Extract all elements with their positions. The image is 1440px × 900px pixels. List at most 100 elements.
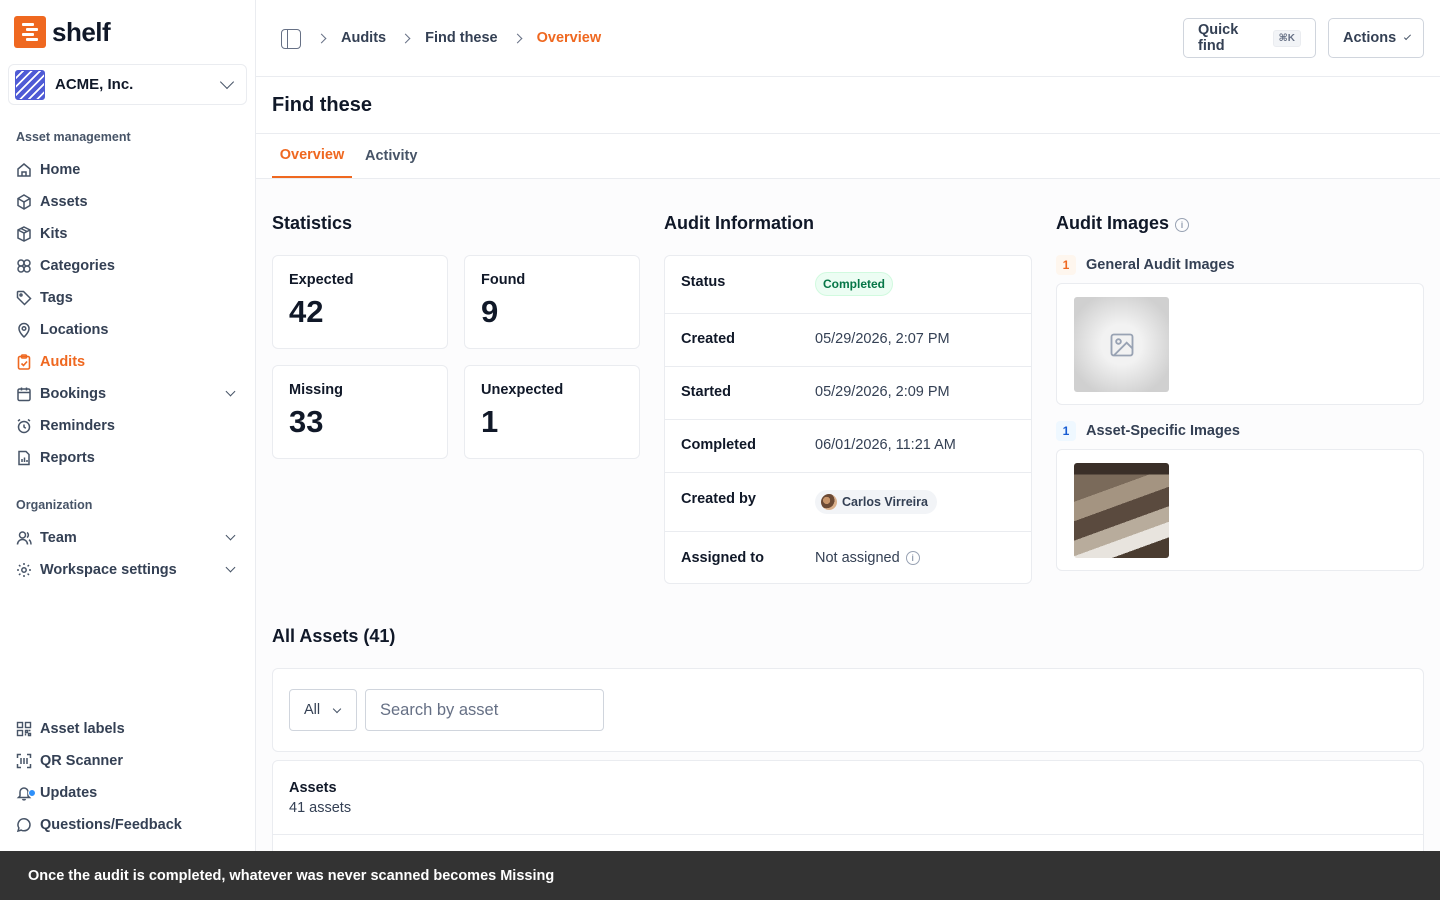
sidebar-item-label: Home bbox=[40, 162, 81, 178]
sidebar-item-reports[interactable]: Reports bbox=[16, 444, 240, 472]
app-logo[interactable]: shelf bbox=[14, 16, 111, 48]
sidebar-item-updates[interactable]: Updates bbox=[16, 779, 240, 807]
clipboard-check-icon bbox=[16, 354, 32, 370]
breadcrumb-find-these[interactable]: Find these bbox=[425, 30, 498, 46]
count-badge: 1 bbox=[1056, 421, 1076, 441]
sidebar-item-team[interactable]: Team bbox=[16, 524, 240, 552]
stat-card-found: Found 9 bbox=[464, 255, 640, 349]
info-value: Not assigned i bbox=[815, 550, 920, 566]
sidebar-item-label: Asset labels bbox=[40, 721, 125, 737]
chevron-down-icon bbox=[1404, 33, 1412, 40]
logo-text: shelf bbox=[52, 16, 111, 47]
sidebar-item-workspace-settings[interactable]: Workspace settings bbox=[16, 556, 240, 584]
audit-images-title: Audit Images bbox=[1056, 213, 1170, 233]
general-images-box bbox=[1056, 283, 1424, 405]
chevron-right-icon bbox=[512, 33, 523, 43]
sidebar-item-locations[interactable]: Locations bbox=[16, 316, 240, 344]
sidebar-item-reminders[interactable]: Reminders bbox=[16, 412, 240, 440]
chevron-right-icon bbox=[316, 33, 327, 43]
gear-icon bbox=[16, 562, 32, 578]
sidebar-item-label: Tags bbox=[40, 290, 73, 306]
user-icon bbox=[16, 530, 32, 546]
page-title: Find these bbox=[272, 94, 373, 116]
sidebar-item-bookings[interactable]: Bookings bbox=[16, 380, 240, 408]
sidebar-item-label: Assets bbox=[40, 194, 88, 210]
general-images-header: 1 General Audit Images bbox=[1056, 255, 1235, 275]
sidebar-item-categories[interactable]: Categories bbox=[16, 252, 240, 280]
info-label: Created bbox=[681, 331, 735, 347]
image-thumbnail[interactable] bbox=[1074, 297, 1169, 392]
statistics-title: Statistics bbox=[272, 213, 353, 233]
sidebar-item-qr-scanner[interactable]: QR Scanner bbox=[16, 747, 240, 775]
sidebar-item-label: Locations bbox=[40, 322, 109, 338]
page-header: Find these bbox=[256, 77, 1440, 134]
sidebar-item-questions-feedback[interactable]: Questions/Feedback bbox=[16, 811, 240, 839]
sidebar-item-asset-labels[interactable]: Asset labels bbox=[16, 715, 240, 743]
calendar-icon bbox=[16, 386, 32, 402]
stat-label: Expected bbox=[289, 272, 354, 288]
sidebar-item-label: Questions/Feedback bbox=[40, 817, 182, 833]
stat-card-missing: Missing 33 bbox=[272, 365, 448, 459]
info-icon[interactable]: i bbox=[905, 551, 920, 565]
bell-icon bbox=[16, 785, 36, 801]
breadcrumb: Audits Find these Overview bbox=[316, 30, 601, 46]
assigned-value: Not assigned bbox=[815, 550, 900, 566]
sidebar-item-kits[interactable]: Kits bbox=[16, 220, 240, 248]
assets-filter-bar: All bbox=[272, 668, 1424, 752]
stat-label: Unexpected bbox=[481, 382, 564, 398]
tab-activity[interactable]: Activity bbox=[361, 134, 421, 178]
tab-overview[interactable]: Overview bbox=[272, 134, 352, 178]
chevron-down-icon bbox=[225, 562, 236, 573]
quick-find-button[interactable]: Quick find ⌘K bbox=[1183, 18, 1316, 58]
status-badge: Completed bbox=[815, 272, 894, 296]
sidebar-item-label: Categories bbox=[40, 258, 115, 274]
stat-card-expected: Expected 42 bbox=[272, 255, 448, 349]
user-chip[interactable]: Carlos Virreira bbox=[815, 490, 937, 514]
shelf-logo-icon bbox=[14, 16, 46, 48]
stat-label: Missing bbox=[289, 382, 343, 398]
alarm-icon bbox=[16, 418, 32, 434]
sidebar-item-label: Team bbox=[40, 530, 77, 546]
sidebar-toggle-icon[interactable] bbox=[281, 29, 301, 49]
select-value: All bbox=[304, 702, 321, 718]
sidebar-item-audits[interactable]: Audits bbox=[16, 348, 240, 376]
workspace-selector[interactable]: ACME, Inc. bbox=[8, 64, 247, 105]
sidebar-item-label: QR Scanner bbox=[40, 753, 123, 769]
notification-dot bbox=[28, 789, 36, 797]
info-row-started: Started 05/29/2026, 2:09 PM bbox=[665, 367, 1031, 420]
nav-section-organization: Organization bbox=[16, 498, 93, 512]
asset-images-label: Asset-Specific Images bbox=[1086, 423, 1240, 439]
sidebar-item-label: Reminders bbox=[40, 418, 115, 434]
map-pin-icon bbox=[16, 322, 32, 338]
all-assets-title: All Assets (41) bbox=[272, 626, 396, 646]
breadcrumb-audits[interactable]: Audits bbox=[341, 30, 386, 46]
top-bar: Audits Find these Overview Quick find ⌘K… bbox=[256, 0, 1440, 77]
info-row-status: Status Completed bbox=[665, 256, 1031, 314]
quick-find-label: Quick find bbox=[1198, 22, 1239, 54]
actions-button[interactable]: Actions bbox=[1328, 18, 1424, 58]
stat-value: 1 bbox=[481, 404, 499, 439]
qr-code-icon bbox=[16, 721, 32, 737]
sidebar: shelf ACME, Inc. Asset management Home A… bbox=[0, 0, 256, 900]
info-label: Completed bbox=[681, 437, 756, 453]
sidebar-item-tags[interactable]: Tags bbox=[16, 284, 240, 312]
status-filter-select[interactable]: All bbox=[289, 689, 357, 731]
sidebar-item-home[interactable]: Home bbox=[16, 156, 240, 184]
categories-icon bbox=[16, 258, 32, 274]
sidebar-item-assets[interactable]: Assets bbox=[16, 188, 240, 216]
scan-icon bbox=[16, 753, 32, 769]
keyboard-shortcut: ⌘K bbox=[1272, 29, 1301, 47]
tab-bar: Overview Activity bbox=[256, 134, 1440, 179]
search-input[interactable] bbox=[365, 689, 604, 731]
image-placeholder-icon bbox=[1110, 333, 1133, 356]
info-row-assigned-to: Assigned to Not assigned i bbox=[665, 532, 1031, 584]
audit-images-heading: Audit Images i bbox=[1056, 213, 1190, 234]
box-icon bbox=[16, 194, 32, 210]
message-circle-icon bbox=[16, 817, 32, 833]
info-icon[interactable]: i bbox=[1175, 217, 1190, 232]
chevron-down-icon bbox=[219, 74, 235, 90]
workspace-avatar bbox=[15, 69, 45, 100]
chevron-down-icon bbox=[225, 530, 236, 541]
audit-information-card: Status Completed Created 05/29/2026, 2:0… bbox=[664, 255, 1032, 584]
image-thumbnail[interactable] bbox=[1074, 463, 1169, 558]
